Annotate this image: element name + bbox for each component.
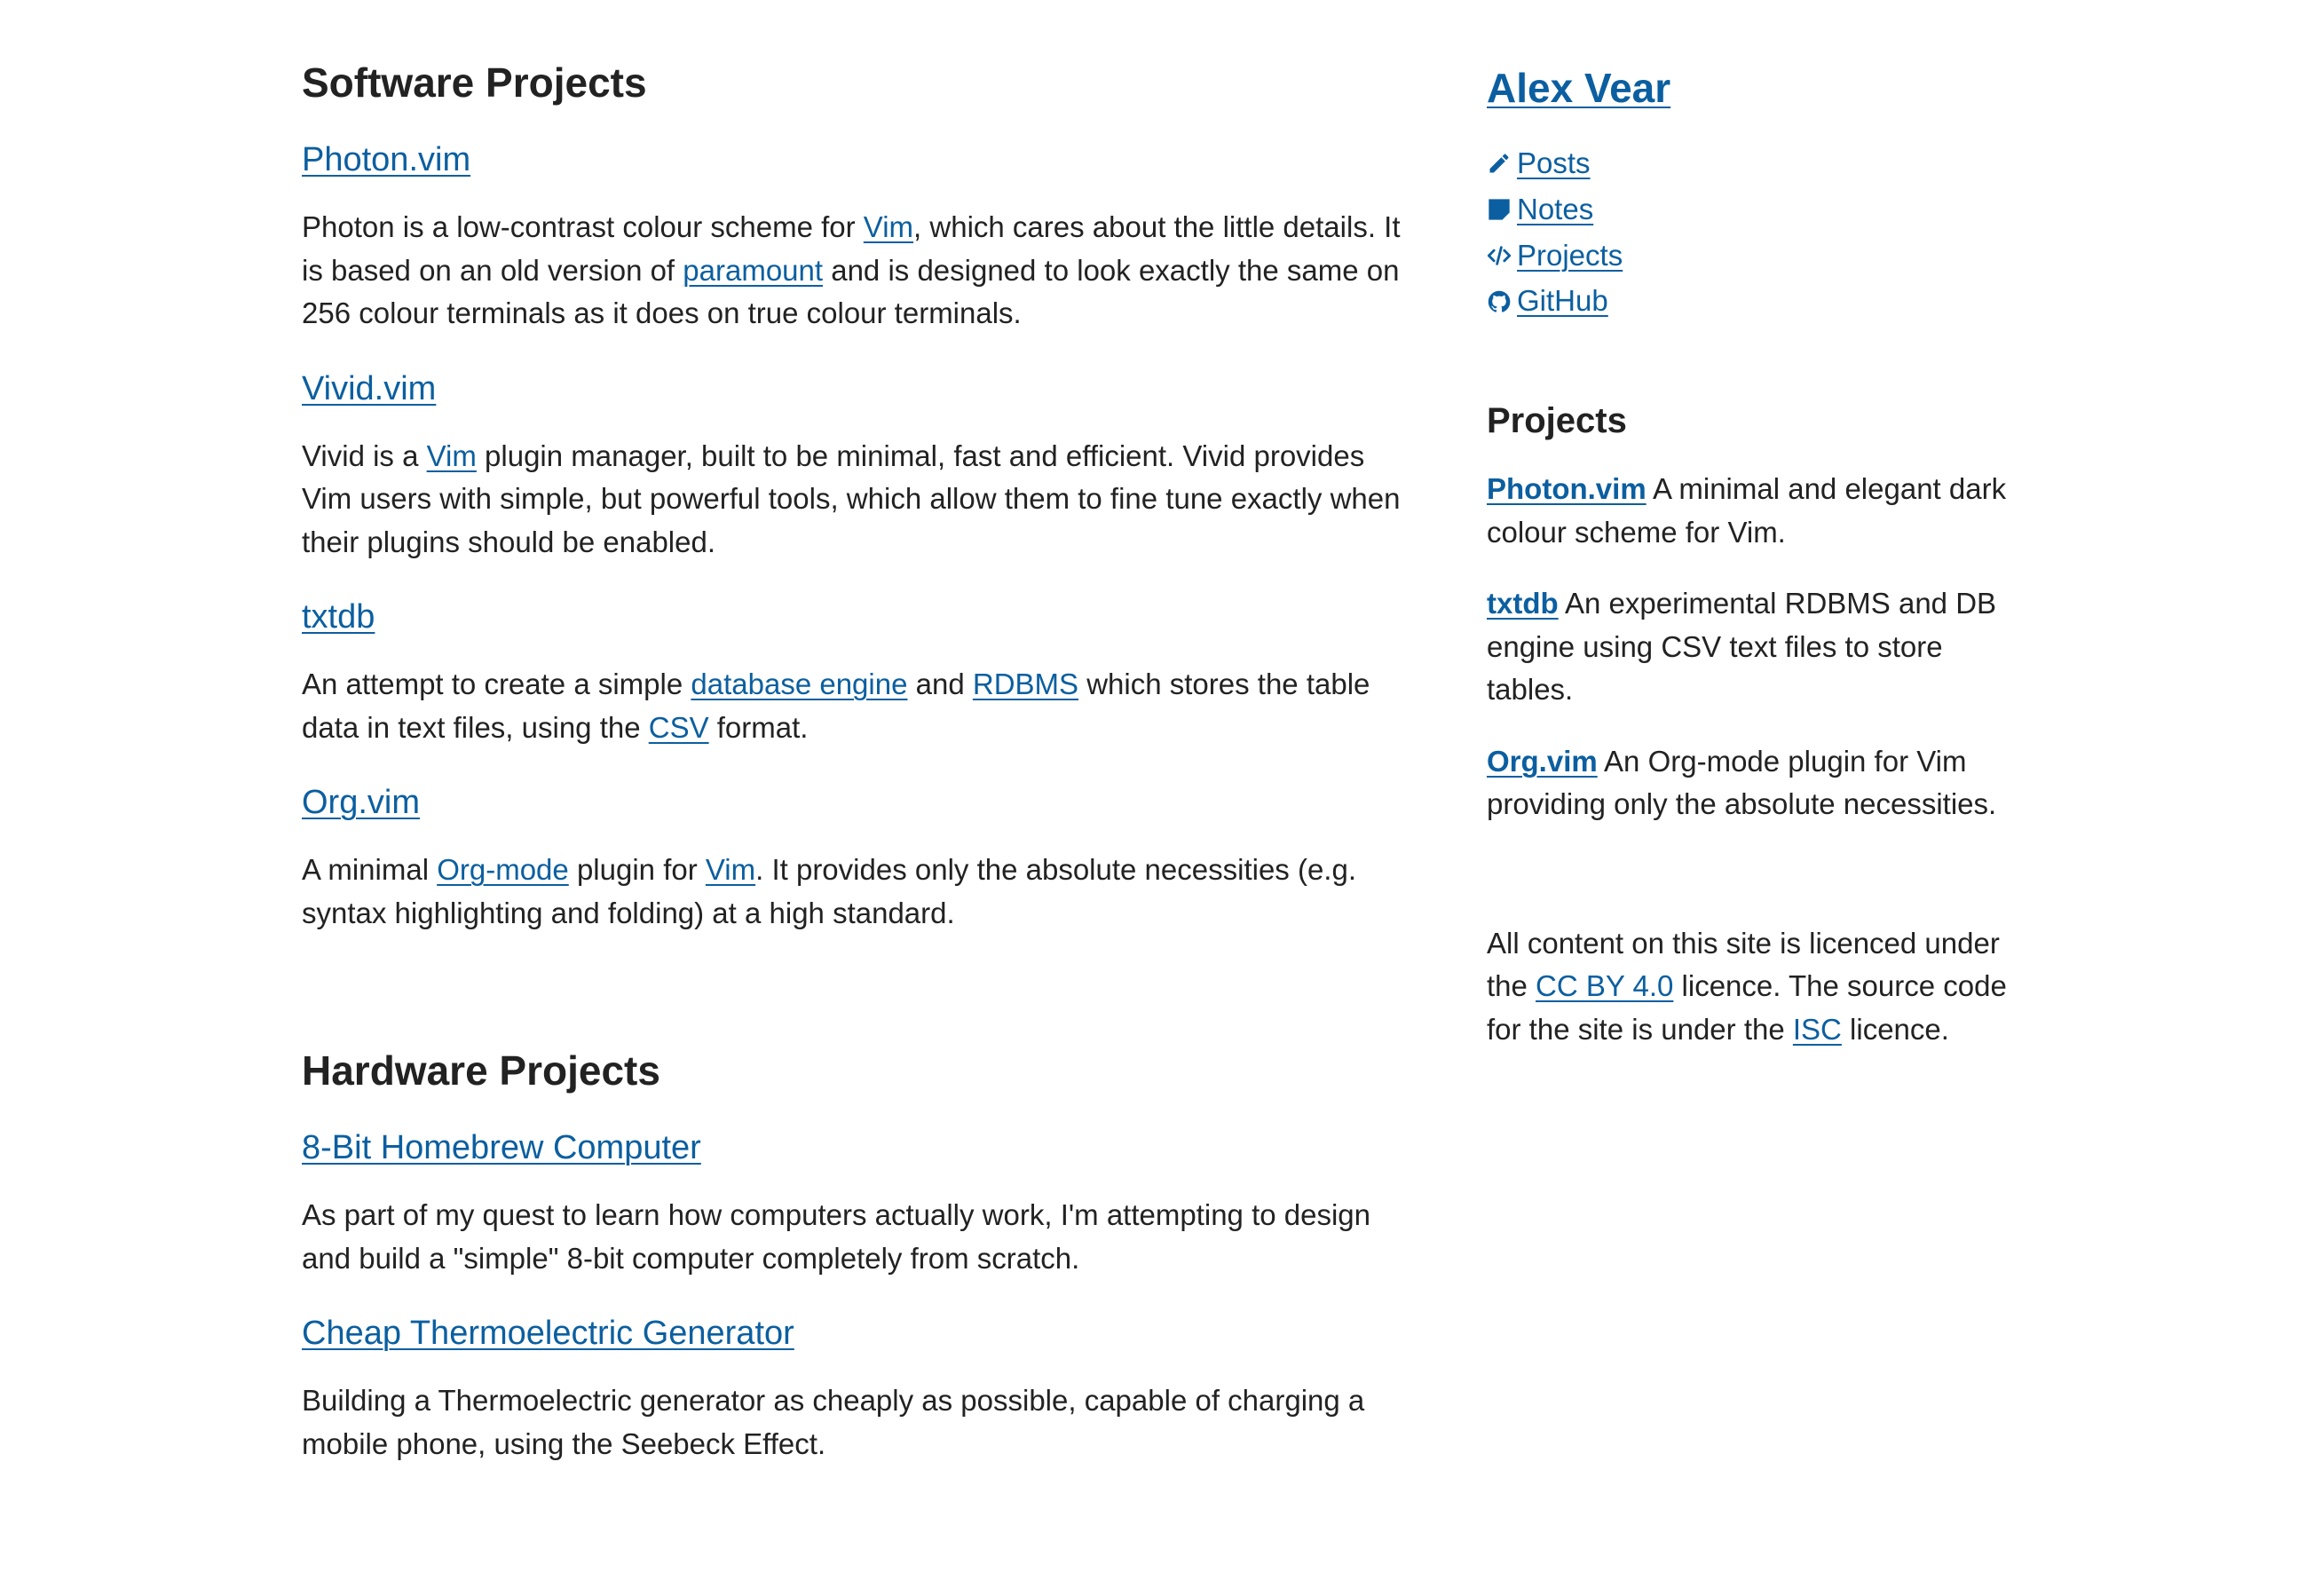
teg-description: Building a Thermoelectric generator as c… xyxy=(302,1384,1365,1460)
nav-notes-link[interactable]: Notes xyxy=(1487,188,1593,232)
text: An attempt to create a simple xyxy=(302,668,691,700)
photon-description: Photon is a low-contrast colour scheme f… xyxy=(302,206,1402,336)
vim-link[interactable]: Vim xyxy=(864,210,913,243)
sidebar-org-link[interactable]: Org.vim xyxy=(1487,745,1598,778)
vim-link[interactable]: Vim xyxy=(427,439,477,472)
isc-link[interactable]: ISC xyxy=(1793,1013,1842,1046)
code-icon xyxy=(1487,246,1512,265)
project-title-org: Org.vim xyxy=(302,779,1402,826)
sidebar: Alex Vear Posts Notes Projects GitHub Pr… xyxy=(1487,53,2028,1079)
nav-notes-label: Notes xyxy=(1517,192,1594,225)
pencil-icon xyxy=(1489,154,1509,173)
nav-github-link[interactable]: GitHub xyxy=(1487,280,1608,323)
paramount-link[interactable]: paramount xyxy=(683,254,823,287)
org-description: A minimal Org-mode plugin for Vim. It pr… xyxy=(302,849,1402,935)
text: licence. xyxy=(1841,1012,1949,1046)
txtdb-description: An attempt to create a simple database e… xyxy=(302,663,1402,749)
sidebar-project-name: Org.vim xyxy=(1487,745,1598,778)
nav-item-github: GitHub xyxy=(1487,280,2028,326)
sidebar-nav: Posts Notes Projects GitHub xyxy=(1487,142,2028,326)
text: plugin for xyxy=(568,853,706,886)
vivid-vim-link[interactable]: Vivid.vim xyxy=(302,370,436,407)
nav-item-notes: Notes xyxy=(1487,188,2028,234)
sidebar-txtdb-link[interactable]: txtdb xyxy=(1487,587,1559,620)
sidebar-project-org: Org.vim An Org-mode plugin for Vim provi… xyxy=(1487,740,2028,826)
nav-posts-link[interactable]: Posts xyxy=(1487,142,1591,186)
text: Vivid is a xyxy=(302,439,427,472)
project-title-photon: Photon.vim xyxy=(302,137,1402,183)
text: and xyxy=(907,668,973,700)
vim-link[interactable]: Vim xyxy=(706,853,755,886)
site-title: Alex Vear xyxy=(1487,53,2028,122)
project-title-homebrew: 8-Bit Homebrew Computer xyxy=(302,1125,1402,1171)
software-projects-heading: Software Projects xyxy=(302,59,647,106)
nav-github-label: GitHub xyxy=(1517,284,1608,318)
project-title-vivid: Vivid.vim xyxy=(302,366,1402,412)
nav-posts-label: Posts xyxy=(1517,146,1591,179)
homebrew-description: As part of my quest to learn how compute… xyxy=(302,1198,1371,1275)
nav-projects-label: Projects xyxy=(1517,238,1623,272)
nav-item-posts: Posts xyxy=(1487,142,2028,188)
database-engine-link[interactable]: database engine xyxy=(691,668,907,700)
text: Photon is a low-contrast colour scheme f… xyxy=(302,210,864,243)
project-title-txtdb: txtdb xyxy=(302,594,1402,640)
sidebar-project-name: txtdb xyxy=(1487,587,1559,620)
text: format. xyxy=(708,710,809,744)
project-title-teg: Cheap Thermoelectric Generator xyxy=(302,1310,1402,1356)
org-mode-link[interactable]: Org-mode xyxy=(437,853,569,886)
hardware-projects-heading: Hardware Projects xyxy=(302,1047,660,1094)
vivid-description: Vivid is a Vim plugin manager, built to … xyxy=(302,435,1402,565)
sidebar-project-txtdb: txtdb An experimental RDBMS and DB engin… xyxy=(1487,582,2028,712)
cc-by-link[interactable]: CC BY 4.0 xyxy=(1536,969,1673,1002)
thermoelectric-generator-link[interactable]: Cheap Thermoelectric Generator xyxy=(302,1315,794,1352)
site-title-link[interactable]: Alex Vear xyxy=(1487,65,1670,111)
photon-vim-link[interactable]: Photon.vim xyxy=(302,141,470,178)
text: A minimal xyxy=(302,853,438,886)
sticky-note-icon xyxy=(1489,199,1510,220)
licence-notice: All content on this site is licenced und… xyxy=(1487,922,2028,1052)
csv-link[interactable]: CSV xyxy=(649,711,709,744)
sidebar-project-name: Photon.vim xyxy=(1487,472,1647,505)
main-content: Software Projects Photon.vim Photon is a… xyxy=(302,53,1402,1496)
sidebar-project-desc: An experimental RDBMS and DB engine usin… xyxy=(1487,587,1997,706)
homebrew-computer-link[interactable]: 8-Bit Homebrew Computer xyxy=(302,1129,701,1166)
github-icon xyxy=(1488,290,1511,312)
sidebar-photon-link[interactable]: Photon.vim xyxy=(1487,472,1647,505)
sidebar-project-photon: Photon.vim A minimal and elegant dark co… xyxy=(1487,468,2028,554)
sidebar-projects-heading: Projects xyxy=(1487,401,1627,440)
org-vim-link[interactable]: Org.vim xyxy=(302,784,420,821)
rdbms-link[interactable]: RDBMS xyxy=(973,668,1078,700)
nav-item-projects: Projects xyxy=(1487,234,2028,280)
txtdb-link[interactable]: txtdb xyxy=(302,598,375,636)
nav-projects-link[interactable]: Projects xyxy=(1487,234,1623,278)
